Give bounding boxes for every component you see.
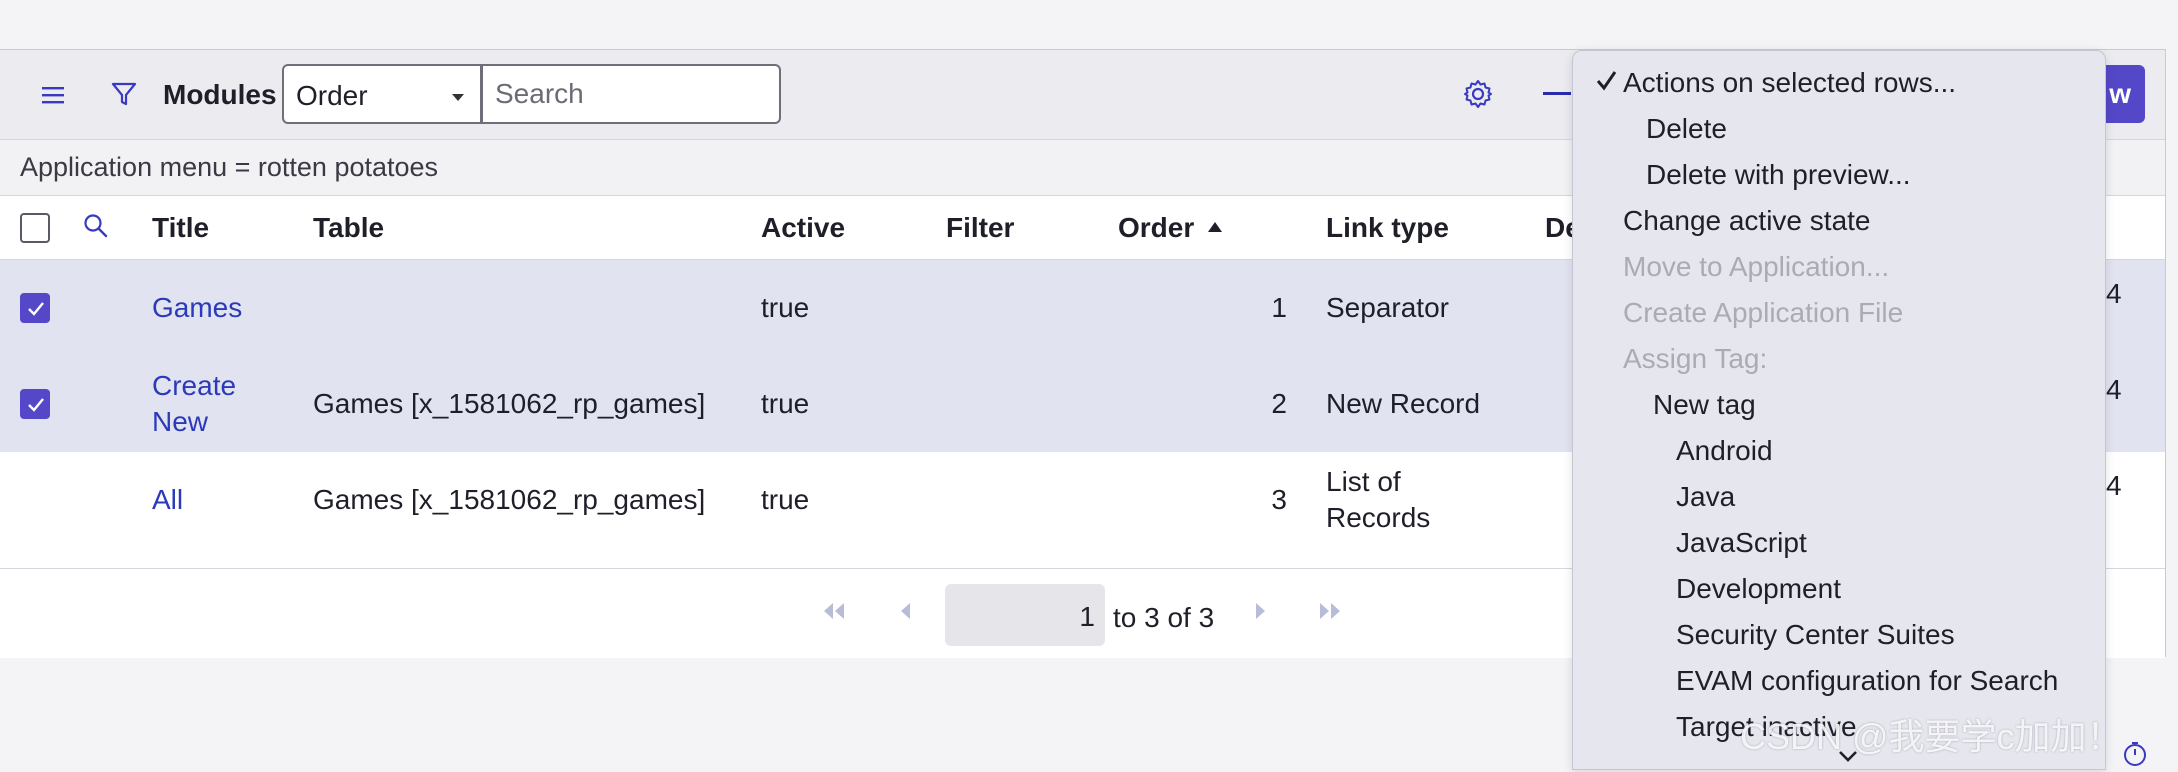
menu-item-tag-java[interactable]: Java <box>1676 479 1735 515</box>
menu-item-delete-with-preview[interactable]: Delete with preview... <box>1646 157 1911 193</box>
row-title-line-2[interactable]: New <box>152 404 236 440</box>
watermark-text: CSDN @我要学c加加！ <box>1740 716 2123 757</box>
row-table: Games [x_1581062_rp_games] <box>313 388 706 419</box>
row-active: true <box>761 484 810 515</box>
row-table: Games [x_1581062_rp_games] <box>313 484 706 515</box>
column-header-order[interactable]: Order <box>1118 212 1194 244</box>
row-title-line-1[interactable]: Create <box>152 368 236 404</box>
row-extra-value: 4 <box>2106 374 2122 405</box>
hamburger-menu-icon[interactable] <box>38 80 68 110</box>
next-page-icon[interactable] <box>1252 599 1268 628</box>
actions-context-menu: Actions on selected rows... Delete Delet… <box>1572 50 2106 770</box>
row-link-type: List of Records <box>1326 464 1430 536</box>
clock-icon[interactable] <box>2122 741 2148 772</box>
actions-dropdown-trigger[interactable] <box>1543 92 1571 95</box>
row-order: 2 <box>1271 388 1287 419</box>
row-title-link[interactable]: All <box>152 482 183 518</box>
menu-header-label: Actions on selected rows... <box>1623 67 1957 98</box>
column-header-table[interactable]: Table <box>313 212 384 244</box>
menu-item-create-application-file: Create Application File <box>1623 297 1904 328</box>
previous-page-icon[interactable] <box>898 599 914 628</box>
breadcrumb-filter-text[interactable]: Application menu = rotten potatoes <box>20 152 438 182</box>
new-button-label: w <box>2109 78 2131 109</box>
menu-item-tag-evam-configuration[interactable]: EVAM configuration for Search <box>1676 663 2058 699</box>
row-active: true <box>761 292 810 323</box>
filter-icon[interactable] <box>108 78 140 110</box>
menu-item-delete[interactable]: Delete <box>1646 111 1727 147</box>
page-range-text: to 3 of 3 <box>1113 602 1215 633</box>
sort-ascending-icon[interactable] <box>1206 220 1224 234</box>
column-header-title[interactable]: Title <box>152 212 209 244</box>
row-active: true <box>761 388 810 419</box>
column-header-link-type[interactable]: Link type <box>1326 212 1449 244</box>
row-extra-value: 4 <box>2106 470 2122 501</box>
search-field-select[interactable]: Order <box>282 64 482 124</box>
select-all-checkbox[interactable] <box>20 213 50 243</box>
gear-icon[interactable] <box>1460 76 1496 112</box>
column-header-filter[interactable]: Filter <box>946 212 1014 244</box>
row-checkbox[interactable] <box>20 293 50 323</box>
row-order: 1 <box>1271 292 1287 323</box>
row-link-type-line-1: List of <box>1326 466 1401 497</box>
menu-item-tag-security-center-suites[interactable]: Security Center Suites <box>1676 617 1955 653</box>
search-field-select-value: Order <box>296 80 368 111</box>
page-number-input[interactable]: 1 <box>945 584 1105 646</box>
checkmark-icon <box>1595 65 1617 104</box>
row-link-type: Separator <box>1326 292 1449 323</box>
search-input[interactable] <box>481 64 781 124</box>
menu-item-tag-javascript[interactable]: JavaScript <box>1676 525 1807 561</box>
row-link-type: New Record <box>1326 388 1481 419</box>
menu-header-actions-on-selected-rows: Actions on selected rows... <box>1596 65 1957 101</box>
first-page-icon[interactable] <box>820 599 848 628</box>
chevron-down-icon <box>452 94 464 101</box>
row-order: 3 <box>1271 484 1287 515</box>
column-header-active[interactable]: Active <box>761 212 845 244</box>
row-link-type-line-2: Records <box>1326 502 1431 533</box>
menu-item-assign-tag: Assign Tag: <box>1623 343 1768 374</box>
modules-label: Modules <box>163 79 277 110</box>
last-page-icon[interactable] <box>1316 599 1344 628</box>
search-icon[interactable] <box>80 210 112 242</box>
row-title-link[interactable]: Games <box>152 290 242 326</box>
menu-item-move-to-application: Move to Application... <box>1623 251 1890 282</box>
row-title-link[interactable]: Create New <box>152 368 236 440</box>
row-extra-value: 4 <box>2106 278 2122 309</box>
menu-item-tag-android[interactable]: Android <box>1676 433 1773 469</box>
row-checkbox[interactable] <box>20 389 50 419</box>
menu-item-new-tag[interactable]: New tag <box>1653 387 1756 423</box>
menu-item-tag-development[interactable]: Development <box>1676 571 1841 607</box>
menu-item-change-active-state[interactable]: Change active state <box>1623 203 1871 239</box>
page-number-value: 1 <box>1079 601 1095 632</box>
